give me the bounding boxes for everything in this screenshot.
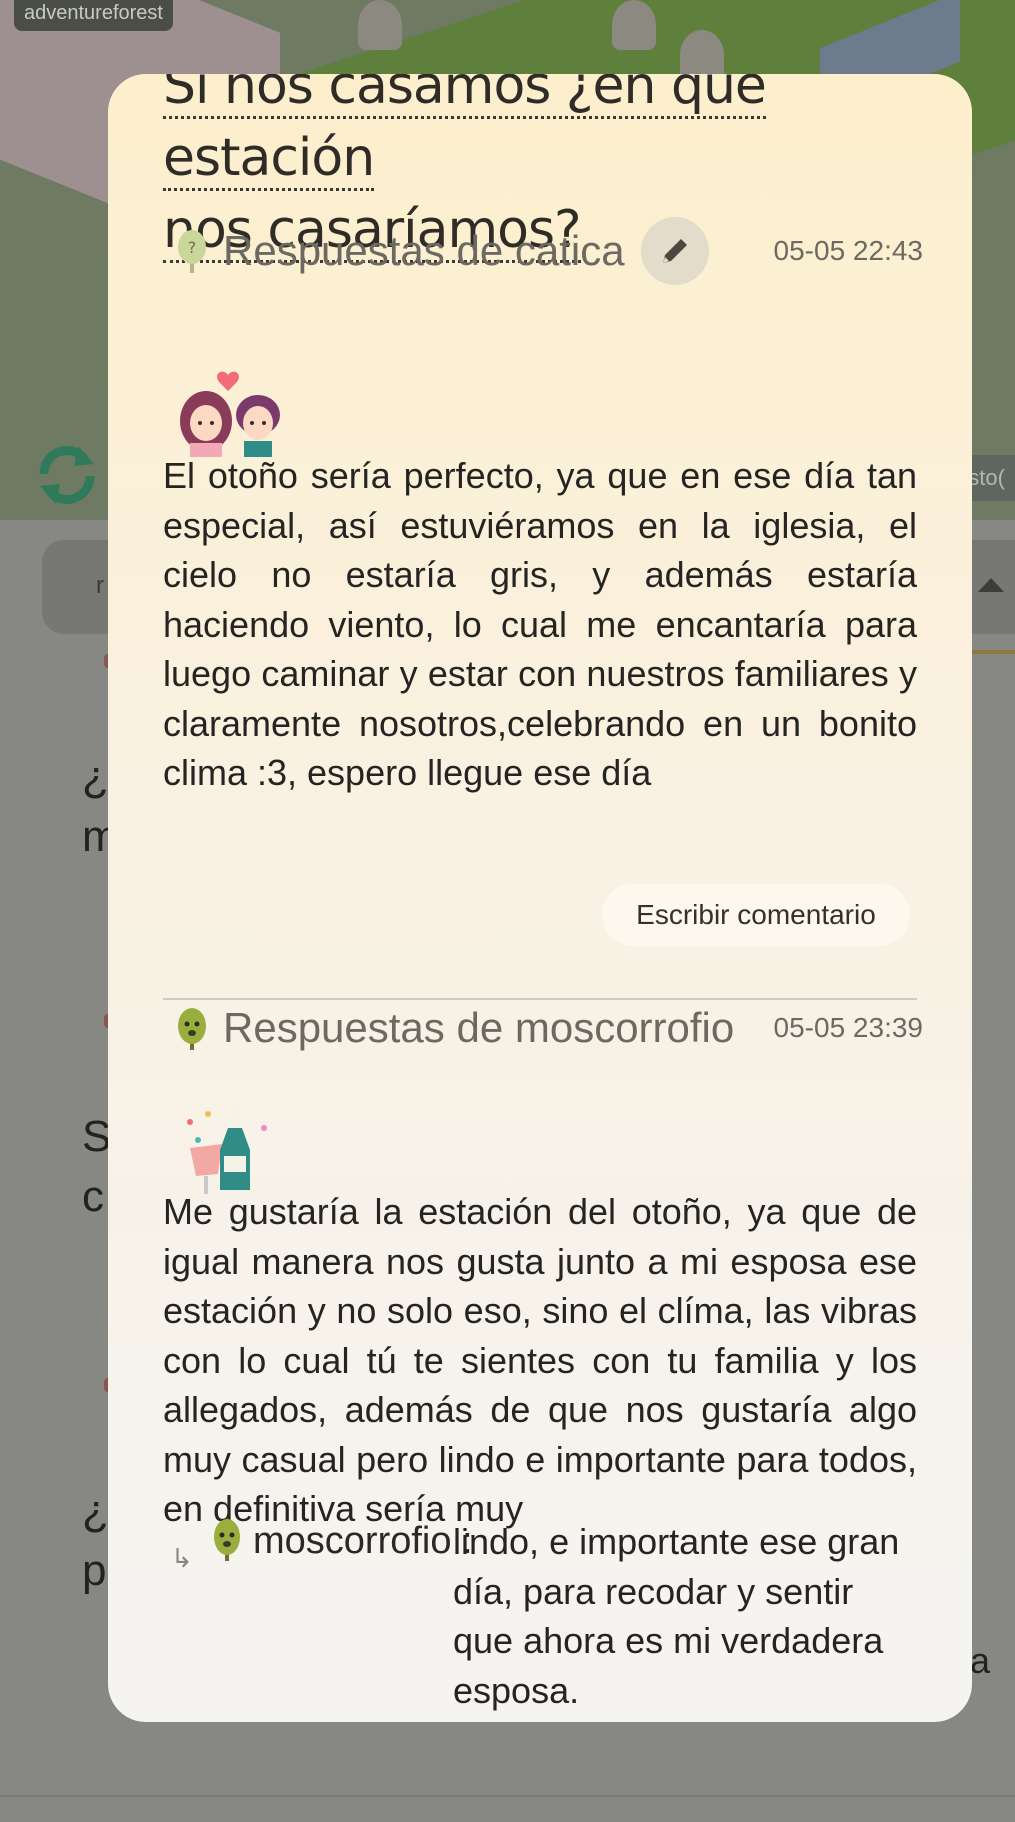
answer-header: Respuestas de moscorrofio 05-05 23:39 [163, 1000, 923, 1056]
leaf-avatar-icon: ? [178, 230, 206, 273]
background-row-text: p [82, 1546, 107, 1595]
leaf-avatar-icon [214, 1519, 240, 1561]
leaf-avatar-icon [178, 1008, 206, 1050]
champagne-sticker [187, 1108, 267, 1194]
reply-arrow-icon: ↳ [171, 1543, 193, 1573]
edit-button[interactable] [640, 217, 709, 285]
answer-user-label[interactable]: Respuestas de catica [223, 227, 625, 275]
scene-cat [680, 30, 724, 80]
answer-header: ? Respuestas de catica 05-05 22:43 [163, 217, 923, 285]
question-title-line: Si nos casamos ¿en qué estación [163, 74, 767, 191]
background-row-text: S [82, 1112, 112, 1161]
answer-timestamp: 05-05 23:39 [773, 1012, 923, 1043]
refresh-icon[interactable] [32, 440, 102, 510]
pencil-icon [662, 239, 687, 263]
answer-timestamp: 05-05 22:43 [773, 235, 923, 266]
background-accent-line [970, 650, 1015, 654]
scene-penguin [612, 0, 656, 50]
scene-character [358, 0, 402, 50]
answer-body-text: Me gustaría la estación del otoño, ya qu… [163, 1191, 917, 1529]
background-row-text: c [82, 1172, 104, 1221]
caret-up-icon[interactable] [978, 578, 1004, 592]
reply-user-name[interactable]: moscorrofio : [253, 1517, 473, 1565]
write-comment-button[interactable]: Escribir comentario [602, 884, 910, 946]
question-answers-modal: Si nos casamos ¿en qué estación nos casa… [108, 74, 972, 1722]
scene-name-tag: adventureforest [14, 0, 173, 31]
answer-user-label[interactable]: Respuestas de moscorrofio [223, 1004, 734, 1052]
couple-sticker [180, 371, 280, 457]
background-divider [0, 1795, 1015, 1797]
answer-body-text: El otoño sería perfecto, ya que en ese d… [163, 455, 917, 793]
svg-text:?: ? [188, 238, 197, 257]
reply-text: lindo, e importante ese gran día, para r… [453, 1521, 900, 1711]
background-card-text: r [96, 572, 104, 599]
